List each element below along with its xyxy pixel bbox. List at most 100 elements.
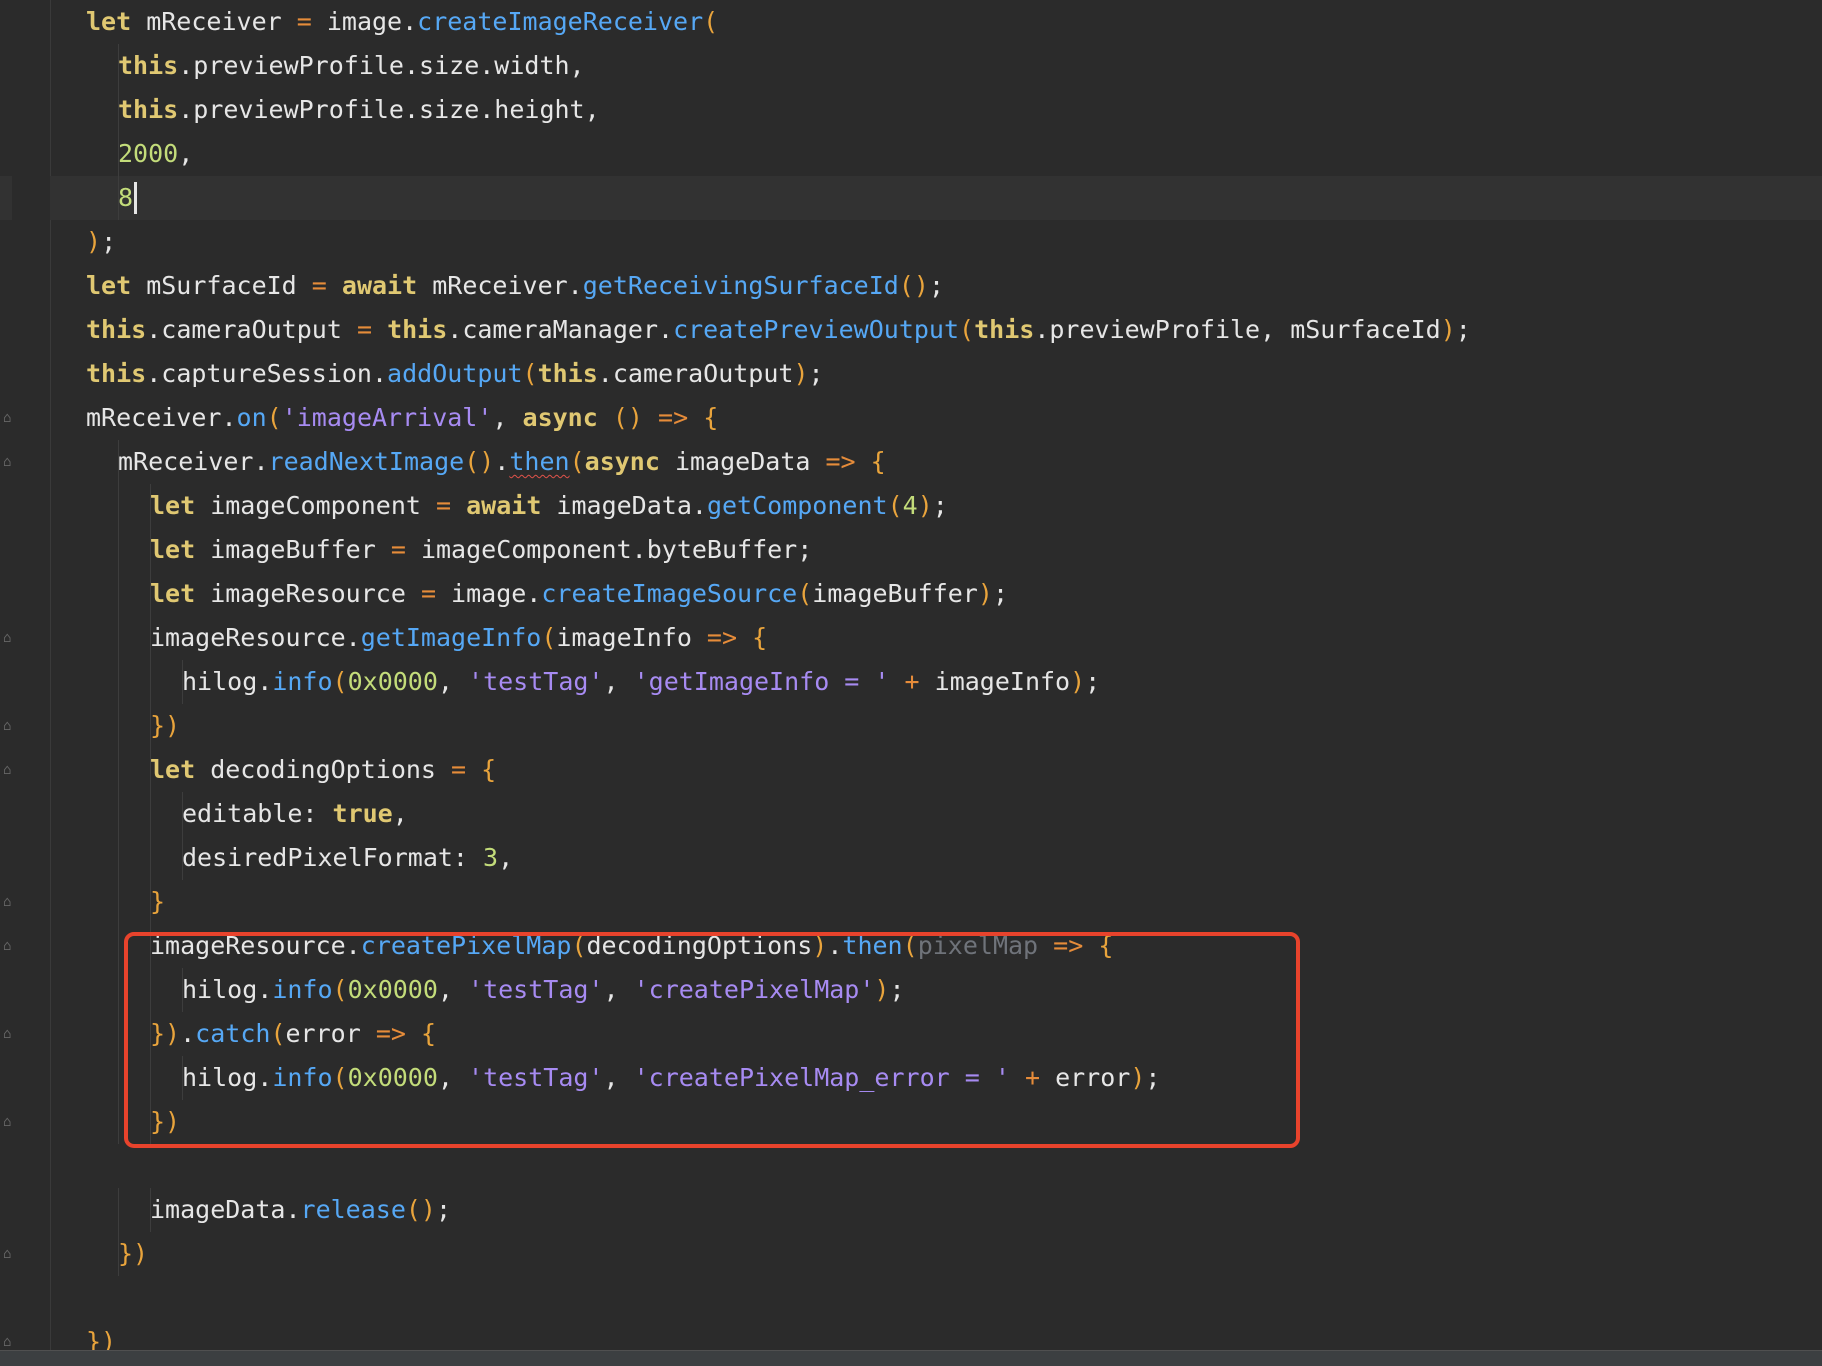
indent-guide	[150, 528, 151, 572]
code-token: =	[390, 535, 406, 564]
code-editor[interactable]: ⌂ ⌂ ⌂ ⌂ ⌂ ⌂ ⌂ ⌂ ⌂ ⌂ ⌂ let mReceiver = image.create…	[0, 0, 1822, 1366]
code-line[interactable]: })	[0, 704, 1822, 748]
code-token: this	[974, 315, 1035, 344]
status-bar	[0, 1350, 1822, 1366]
code-line[interactable]: }	[0, 880, 1822, 924]
code-line[interactable]	[0, 1276, 1822, 1320]
code-token: ;	[992, 579, 1008, 608]
code-token: (	[266, 403, 282, 432]
code-token: .	[827, 931, 843, 960]
code-token: .previewProfile.size.width,	[178, 51, 585, 80]
code-token: =>	[825, 447, 856, 476]
code-token: getReceivingSurfaceId	[582, 271, 899, 300]
indent-guide	[150, 748, 151, 792]
code-token: let	[150, 535, 196, 564]
code-token: })	[118, 1239, 149, 1268]
code-line[interactable]: this.captureSession.addOutput(this.camer…	[0, 352, 1822, 396]
code-token: this	[118, 95, 179, 124]
code-token: (	[541, 623, 557, 652]
code-line[interactable]: mReceiver.readNextImage().then(async ima…	[0, 440, 1822, 484]
code-line[interactable]: let decodingOptions = {	[0, 748, 1822, 792]
code-line[interactable]: imageData.release();	[0, 1188, 1822, 1232]
code-token: 'testTag'	[468, 1063, 604, 1092]
code-token: ;	[101, 227, 117, 256]
code-token: mSurfaceId	[131, 271, 312, 300]
code-line[interactable]: );	[0, 220, 1822, 264]
code-line[interactable]: this.cameraOutput = this.cameraManager.c…	[0, 308, 1822, 352]
indent-guide	[182, 792, 183, 836]
code-line-text: );	[86, 220, 116, 264]
code-token: imageData.	[541, 491, 707, 520]
code-line[interactable]: imageResource.createPixelMap(decodingOpt…	[0, 924, 1822, 968]
code-line-text: hilog.info(0x0000, 'testTag', 'createPix…	[182, 1056, 1160, 1100]
code-token: decodingOptions	[195, 755, 452, 784]
code-token: imageInfo	[919, 667, 1071, 696]
code-line-text: }	[150, 880, 165, 924]
code-line[interactable]: let mReceiver = image.createImageReceive…	[0, 0, 1822, 44]
indent-guide	[150, 836, 151, 880]
code-token: }	[150, 887, 166, 916]
code-line[interactable]: 2000,	[0, 132, 1822, 176]
code-line[interactable]: hilog.info(0x0000, 'testTag', 'createPix…	[0, 1056, 1822, 1100]
code-token: )	[977, 579, 993, 608]
code-token: this	[86, 315, 147, 344]
code-token: (	[703, 7, 719, 36]
code-line[interactable]: hilog.info(0x0000, 'testTag', 'createPix…	[0, 968, 1822, 1012]
text-caret	[134, 182, 138, 214]
code-token: getImageInfo	[360, 623, 542, 652]
code-token: readNextImage	[268, 447, 465, 476]
code-line-text: this.captureSession.addOutput(this.camer…	[86, 352, 824, 396]
code-line-text: 8	[118, 176, 133, 220]
code-token: {	[870, 447, 886, 476]
code-line-text: })	[150, 1100, 180, 1144]
code-token: createImageSource	[541, 579, 798, 608]
code-token: async	[584, 447, 660, 476]
code-line[interactable]: let imageBuffer = imageComponent.byteBuf…	[0, 528, 1822, 572]
code-line[interactable]: })	[0, 1232, 1822, 1276]
indent-guide	[182, 968, 183, 1012]
indent-guide	[118, 1056, 119, 1100]
code-line[interactable]: hilog.info(0x0000, 'testTag', 'getImageI…	[0, 660, 1822, 704]
code-line-text: imageResource.getImageInfo(imageInfo => …	[150, 616, 767, 660]
code-line-text: hilog.info(0x0000, 'testTag', 'getImageI…	[182, 660, 1100, 704]
code-line-text: })	[118, 1232, 148, 1276]
code-line[interactable]: mReceiver.on('imageArrival', async () =>…	[0, 396, 1822, 440]
code-line[interactable]: let imageResource = image.createImageSou…	[0, 572, 1822, 616]
indent-guide	[118, 572, 119, 616]
code-line[interactable]: editable: true,	[0, 792, 1822, 836]
code-line[interactable]: }).catch(error => {	[0, 1012, 1822, 1056]
code-line[interactable]: let mSurfaceId = await mReceiver.getRece…	[0, 264, 1822, 308]
code-line[interactable]: imageResource.getImageInfo(imageInfo => …	[0, 616, 1822, 660]
code-line[interactable]: this.previewProfile.size.width,	[0, 44, 1822, 88]
code-token: decodingOptions	[586, 931, 813, 960]
code-line[interactable]: this.previewProfile.size.height,	[0, 88, 1822, 132]
code-token: .captureSession.	[146, 359, 388, 388]
code-line-text: this.cameraOutput = this.cameraManager.c…	[86, 308, 1471, 352]
code-line[interactable]: 8	[0, 176, 1822, 220]
indent-guide	[182, 660, 183, 704]
code-line-text: hilog.info(0x0000, 'testTag', 'createPix…	[182, 968, 905, 1012]
code-token: ;	[1085, 667, 1101, 696]
indent-guide	[118, 704, 119, 748]
code-line[interactable]: })	[0, 1100, 1822, 1144]
code-token: mReceiver	[131, 7, 297, 36]
code-line[interactable]	[0, 1144, 1822, 1188]
code-token: .	[494, 447, 510, 476]
code-token: image.	[311, 7, 418, 36]
code-line[interactable]: desiredPixelFormat: 3,	[0, 836, 1822, 880]
indent-guide	[118, 132, 119, 176]
code-token: .cameraOutput	[146, 315, 357, 344]
code-token: imageComponent	[195, 491, 436, 520]
code-token: =	[311, 271, 327, 300]
code-token: let	[150, 755, 196, 784]
code-token: )	[1070, 667, 1086, 696]
code-token: ()	[464, 447, 495, 476]
code-line[interactable]: let imageComponent = await imageData.get…	[0, 484, 1822, 528]
code-token: hilog.	[182, 1063, 273, 1092]
indent-guide	[182, 1056, 183, 1100]
code-token: ;	[1455, 315, 1471, 344]
